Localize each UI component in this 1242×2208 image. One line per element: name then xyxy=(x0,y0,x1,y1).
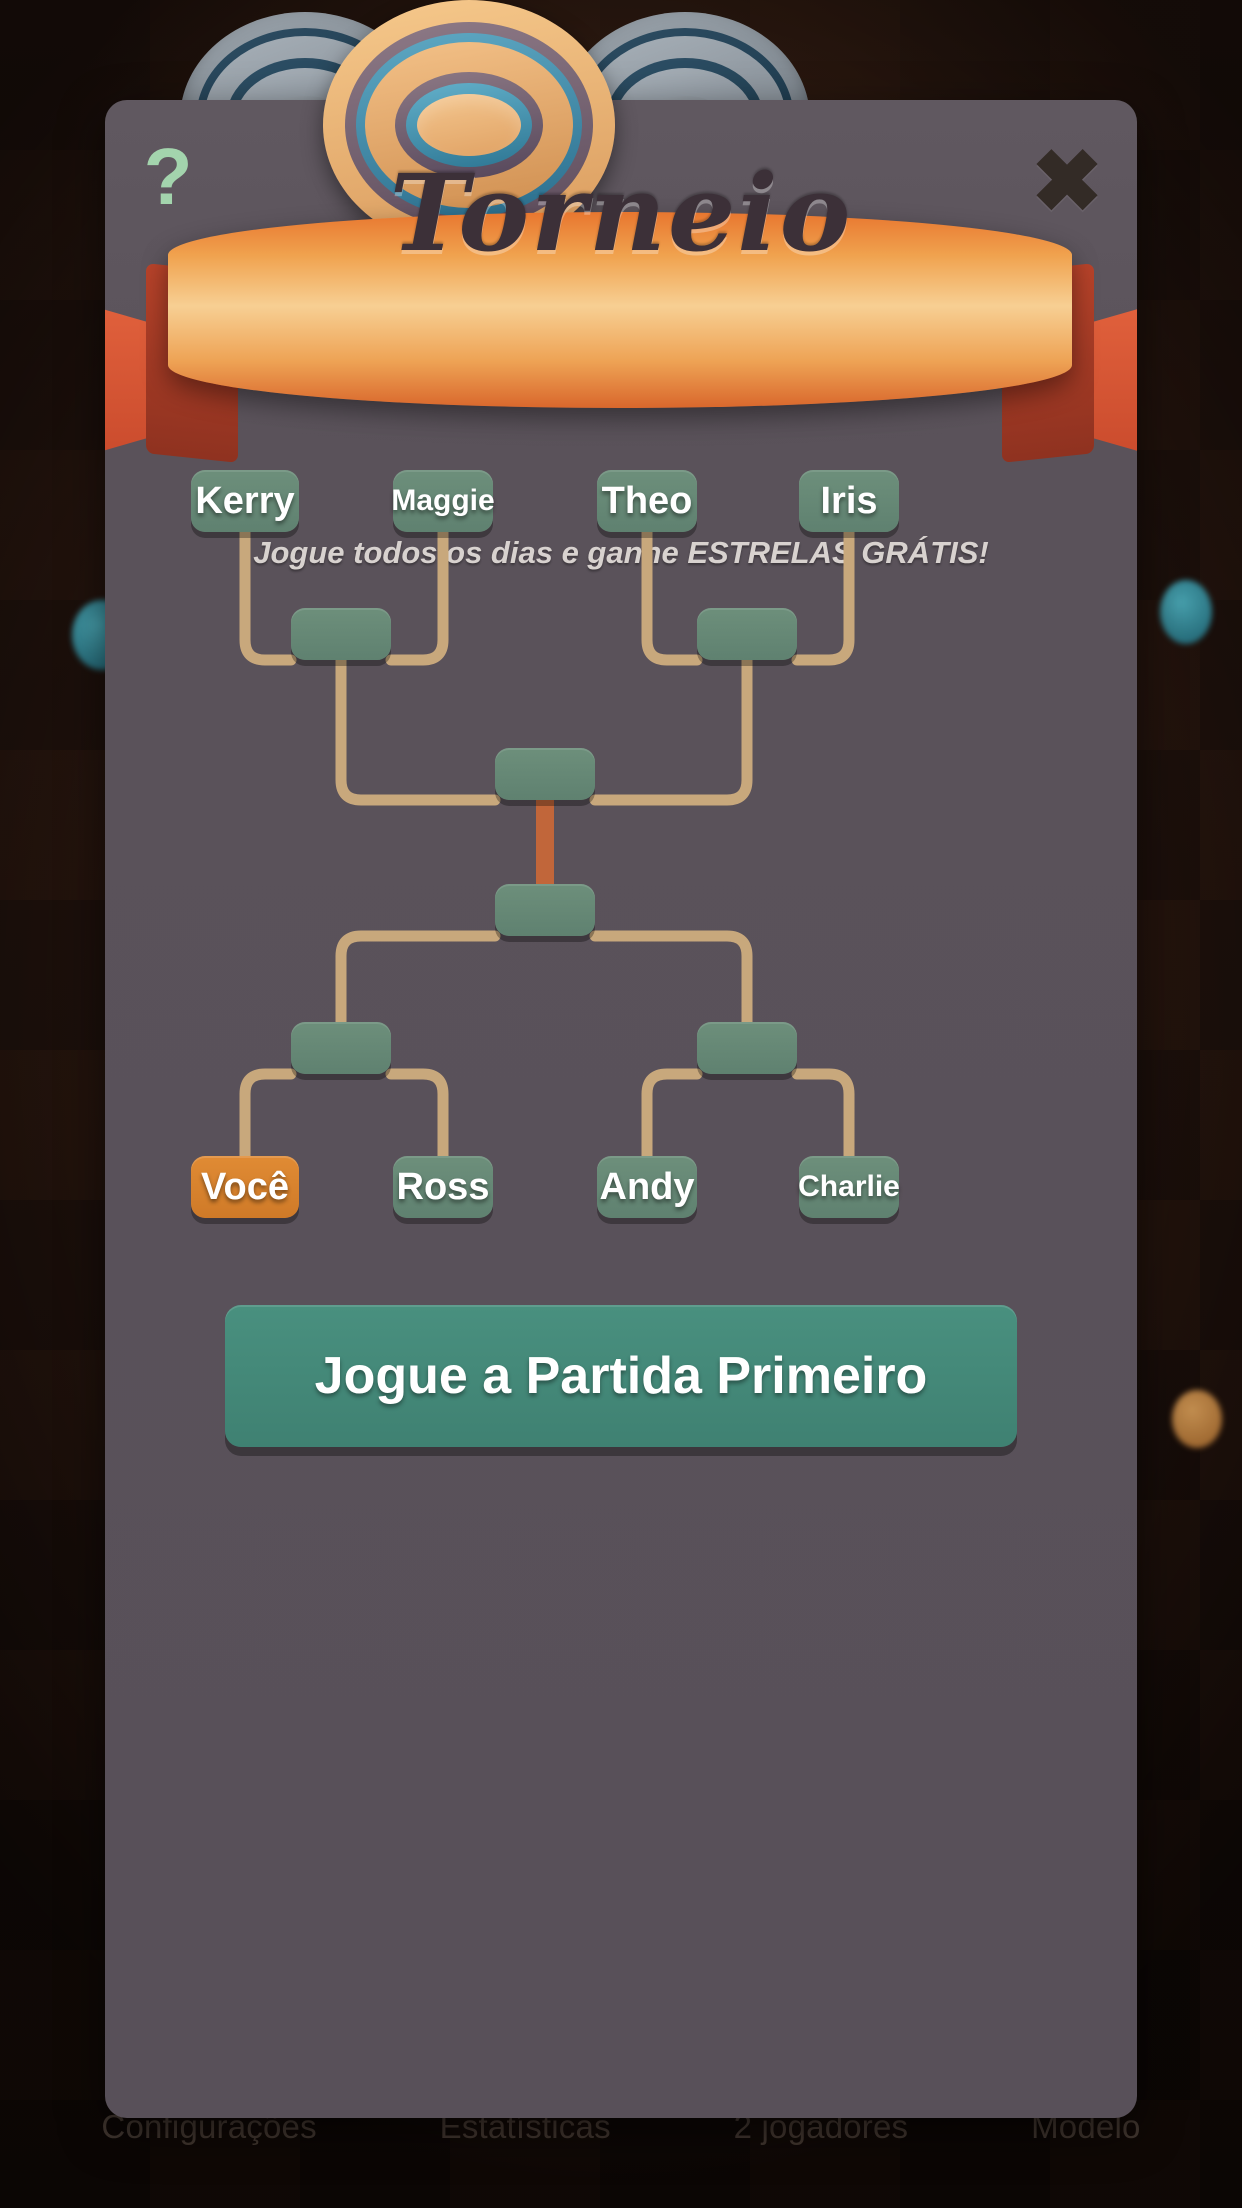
background-token-right xyxy=(1160,580,1212,644)
bracket-player-voc-[interactable]: Você xyxy=(191,1156,299,1218)
bracket-player-ross[interactable]: Ross xyxy=(393,1156,493,1218)
bracket-slot-top-semifinal-slots-0 xyxy=(291,608,391,660)
help-icon[interactable]: ? xyxy=(113,122,223,232)
close-icon[interactable]: ✖ xyxy=(1007,122,1127,242)
bracket-connectors xyxy=(239,526,855,1162)
cta-label: Jogue a Partida Primeiro xyxy=(314,1347,928,1405)
bracket-player-label: Kerry xyxy=(195,479,295,522)
close-glyph: ✖ xyxy=(1030,134,1104,230)
tournament-bracket: Kerry Maggie Theo Iris Você Ross Andy Charlie xyxy=(105,100,1137,2118)
bracket-player-label: Charlie xyxy=(798,1170,900,1203)
bracket-player-charlie[interactable]: Charlie xyxy=(798,1156,900,1218)
bracket-player-maggie[interactable]: Maggie xyxy=(391,470,495,532)
bracket-player-label: Maggie xyxy=(391,484,495,517)
play-match-first-button[interactable]: Jogue a Partida Primeiro xyxy=(225,1305,1017,1447)
bracket-player-label: Iris xyxy=(820,479,878,522)
bracket-player-iris[interactable]: Iris xyxy=(799,470,899,532)
bracket-player-andy[interactable]: Andy xyxy=(597,1156,697,1218)
bracket-player-label: Andy xyxy=(599,1165,695,1208)
bracket-slot-top-semifinal-slots-1 xyxy=(697,608,797,660)
bracket-slot-bottom-semifinal-slots-1 xyxy=(697,1022,797,1074)
bracket-player-theo[interactable]: Theo xyxy=(597,470,697,532)
background-nav-bar: Configurações Estatísticas 2 jogadores M… xyxy=(0,2108,1242,2178)
page-title: Torneio xyxy=(389,150,853,275)
bracket-slot-bottom-semifinal-slots-0 xyxy=(291,1022,391,1074)
bracket-player-label: Você xyxy=(200,1165,289,1208)
bracket-player-label: Ross xyxy=(396,1165,490,1208)
tournament-modal: ? ✖ Torneio Jogue todos os dias e ganhe … xyxy=(105,100,1137,2118)
help-glyph: ? xyxy=(143,132,193,221)
bracket-player-kerry[interactable]: Kerry xyxy=(191,470,299,532)
bracket-slot-bottom-final-slot-0 xyxy=(495,884,595,936)
bracket-player-label: Theo xyxy=(601,479,693,522)
background-token-right-lower xyxy=(1172,1390,1222,1448)
bracket-slot-top-final-slot-0 xyxy=(495,748,595,800)
